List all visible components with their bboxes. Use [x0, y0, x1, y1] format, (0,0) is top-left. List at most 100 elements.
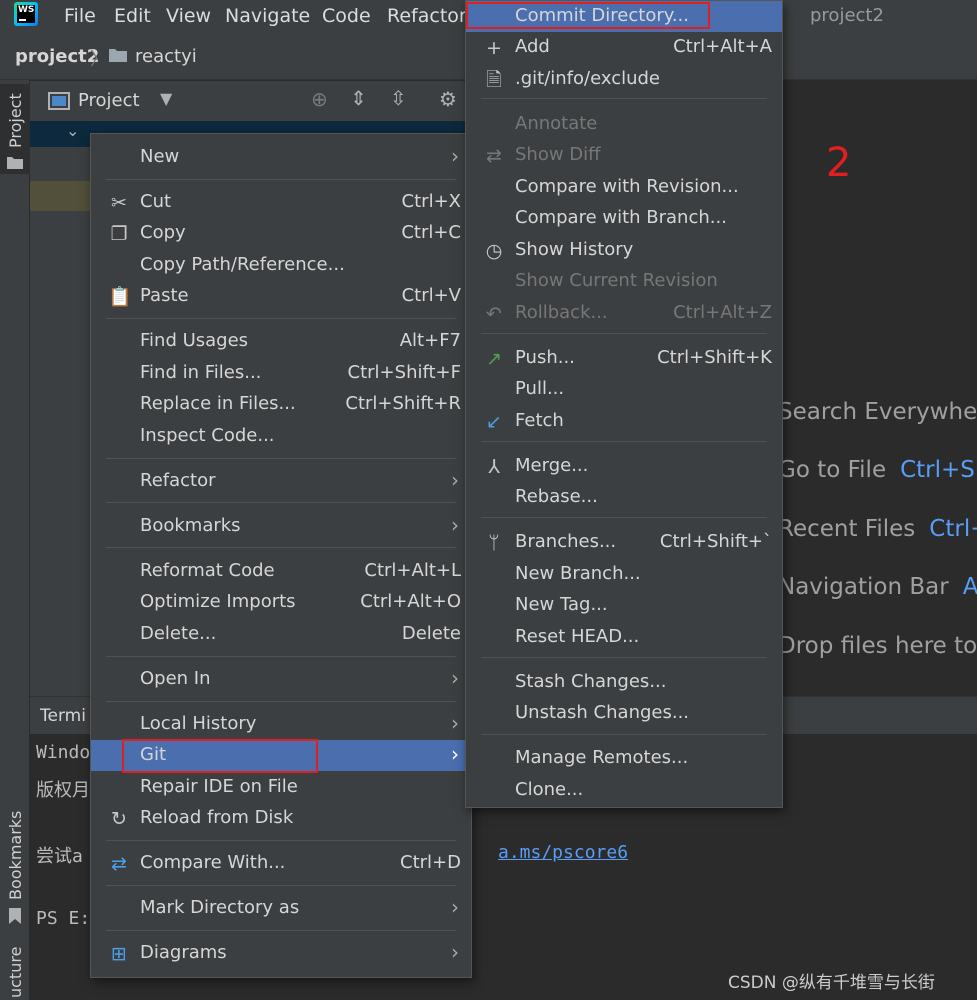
terminal-line: Windo	[36, 742, 91, 763]
copy-icon: ❐	[110, 223, 128, 245]
menu-view[interactable]: View	[166, 4, 211, 28]
menu-item-replace-in-files[interactable]: Replace in Files... Ctrl+Shift+R	[91, 389, 471, 420]
menu-item-reload-disk[interactable]: ↻ Reload from Disk	[91, 803, 471, 834]
menu-item-shortcut: Ctrl+C	[401, 222, 461, 243]
menu-item-label: Copy Path/Reference...	[140, 254, 345, 275]
menu-item-compare-with[interactable]: ⇄ Compare With... Ctrl+D	[91, 848, 471, 879]
breadcrumb-project[interactable]: project2	[15, 46, 99, 67]
menu-item-refactor[interactable]: Refactor ›	[91, 466, 471, 497]
chevron-down-icon[interactable]: ⌄	[66, 121, 79, 140]
menu-item-new-tag[interactable]: New Tag...	[466, 590, 782, 621]
menu-code[interactable]: Code	[322, 4, 371, 28]
menu-separator	[106, 840, 456, 841]
menu-item-find-in-files[interactable]: Find in Files... Ctrl+Shift+F	[91, 358, 471, 389]
menu-item-show-diff[interactable]: ⇄ Show Diff	[466, 140, 782, 171]
menu-item-diagrams[interactable]: ⊞ Diagrams ›	[91, 938, 471, 969]
menu-item-paste[interactable]: 📋 Paste Ctrl+V	[91, 281, 471, 312]
menu-separator	[106, 547, 456, 548]
menu-item-new[interactable]: New ›	[91, 142, 471, 173]
menu-item-compare-revision[interactable]: Compare with Revision...	[466, 172, 782, 203]
menu-item-pull[interactable]: Pull...	[466, 374, 782, 405]
menu-separator	[481, 517, 767, 518]
menu-item-compare-branch[interactable]: Compare with Branch...	[466, 203, 782, 234]
menu-separator	[106, 885, 456, 886]
menu-item-cut[interactable]: ✂ Cut Ctrl+X	[91, 187, 471, 218]
menu-item-copy-path[interactable]: Copy Path/Reference...	[91, 250, 471, 281]
menu-item-mark-directory[interactable]: Mark Directory as ›	[91, 893, 471, 924]
menu-item-find-usages[interactable]: Find Usages Alt+F7	[91, 326, 471, 357]
menu-item-push[interactable]: ↗ Push... Ctrl+Shift+K	[466, 343, 782, 374]
menu-item-rollback[interactable]: ↶ Rollback... Ctrl+Alt+Z	[466, 298, 782, 329]
push-arrow-icon: ↗	[486, 348, 502, 370]
branch-icon: ᛘ	[488, 532, 500, 554]
menu-item-manage-remotes[interactable]: Manage Remotes...	[466, 743, 782, 774]
menu-item-delete[interactable]: Delete... Delete	[91, 619, 471, 650]
clipboard-icon: 📋	[108, 286, 132, 308]
chevron-right-icon: ›	[451, 468, 459, 492]
tool-window-project[interactable]: Project	[0, 84, 30, 174]
breadcrumb-separator-icon: 〉	[90, 49, 108, 70]
menu-item-open-in[interactable]: Open In ›	[91, 664, 471, 695]
menu-item-bookmarks[interactable]: Bookmarks ›	[91, 511, 471, 542]
hint-search-everywhere: Search Everywher	[778, 399, 977, 425]
menu-item-label: Replace in Files...	[140, 393, 296, 414]
menu-item-stash[interactable]: Stash Changes...	[466, 667, 782, 698]
tool-window-structure-label: ucture	[6, 946, 25, 998]
chevron-right-icon: ›	[451, 144, 459, 168]
menu-item-label: Reformat Code	[140, 560, 275, 581]
menu-item-show-current-revision[interactable]: Show Current Revision	[466, 266, 782, 297]
menu-item-reset-head[interactable]: Reset HEAD...	[466, 622, 782, 653]
expand-all-icon[interactable]: ⇕	[350, 86, 367, 110]
compare-arrows-icon: ⇄	[111, 853, 127, 875]
menu-item-label: Copy	[140, 222, 186, 243]
breadcrumb-folder[interactable]: reactyi	[135, 46, 197, 67]
menu-item-rebase[interactable]: Rebase...	[466, 482, 782, 513]
terminal-link[interactable]: a.ms/pscore6	[498, 842, 628, 863]
menu-item-repair-ide[interactable]: Repair IDE on File	[91, 772, 471, 803]
menu-separator	[106, 701, 456, 702]
menu-item-merge[interactable]: ⅄ Merge...	[466, 451, 782, 482]
menu-item-show-history[interactable]: ◷ Show History	[466, 235, 782, 266]
menu-item-optimize-imports[interactable]: Optimize Imports Ctrl+Alt+O	[91, 587, 471, 618]
menu-item-fetch[interactable]: ↙ Fetch	[466, 406, 782, 437]
menu-item-git-exclude[interactable]: 🗎 .git/info/exclude	[466, 64, 782, 95]
fetch-arrow-icon: ↙	[486, 411, 502, 433]
menu-refactor[interactable]: Refactor	[387, 4, 467, 28]
locate-icon[interactable]: ⊕	[311, 87, 328, 111]
rollback-icon: ↶	[486, 303, 502, 325]
menu-item-label: Fetch	[515, 410, 564, 431]
menu-file[interactable]: File	[64, 4, 96, 28]
diff-arrows-icon: ⇄	[486, 145, 502, 167]
collapse-all-icon[interactable]: ⇳	[390, 86, 407, 110]
tool-window-bookmarks[interactable]: Bookmarks	[0, 811, 30, 932]
menu-item-inspect-code[interactable]: Inspect Code...	[91, 421, 471, 452]
menu-item-shortcut: Delete	[401, 623, 461, 644]
view-dropdown-icon[interactable]: ▼	[160, 89, 172, 108]
menu-item-shortcut: Ctrl+D	[400, 852, 461, 873]
project-panel-title[interactable]: Project	[78, 90, 140, 111]
menu-item-label: New Branch...	[515, 563, 641, 584]
clock-icon: ◷	[485, 240, 503, 262]
menu-item-unstash[interactable]: Unstash Changes...	[466, 698, 782, 729]
menu-item-branches[interactable]: ᛘ Branches... Ctrl+Shift+`	[466, 527, 782, 558]
tool-window-structure[interactable]: ucture	[0, 946, 30, 1000]
merge-icon: ⅄	[488, 456, 500, 478]
folder-icon	[109, 49, 127, 62]
menu-item-copy[interactable]: ❐ Copy Ctrl+C	[91, 218, 471, 249]
settings-gear-icon[interactable]: ⚙	[439, 87, 457, 111]
menu-navigate[interactable]: Navigate	[225, 4, 310, 28]
terminal-title[interactable]: Termi	[40, 706, 86, 726]
menu-item-reformat-code[interactable]: Reformat Code Ctrl+Alt+L	[91, 556, 471, 587]
menu-item-annotate[interactable]: Annotate	[466, 109, 782, 140]
menu-item-local-history[interactable]: Local History ›	[91, 709, 471, 740]
menu-item-clone[interactable]: Clone...	[466, 775, 782, 806]
webstorm-logo-icon[interactable]: WS	[14, 2, 38, 26]
chevron-right-icon: ›	[451, 513, 459, 537]
menu-item-label: Merge...	[515, 455, 589, 476]
annotation-number: 2	[826, 140, 852, 186]
menu-item-add[interactable]: + Add Ctrl+Alt+A	[466, 32, 782, 63]
menu-item-label: Manage Remotes...	[515, 747, 689, 768]
menu-edit[interactable]: Edit	[114, 4, 151, 28]
menu-item-new-branch[interactable]: New Branch...	[466, 559, 782, 590]
hint-drop-files: Drop files here to	[778, 633, 977, 659]
